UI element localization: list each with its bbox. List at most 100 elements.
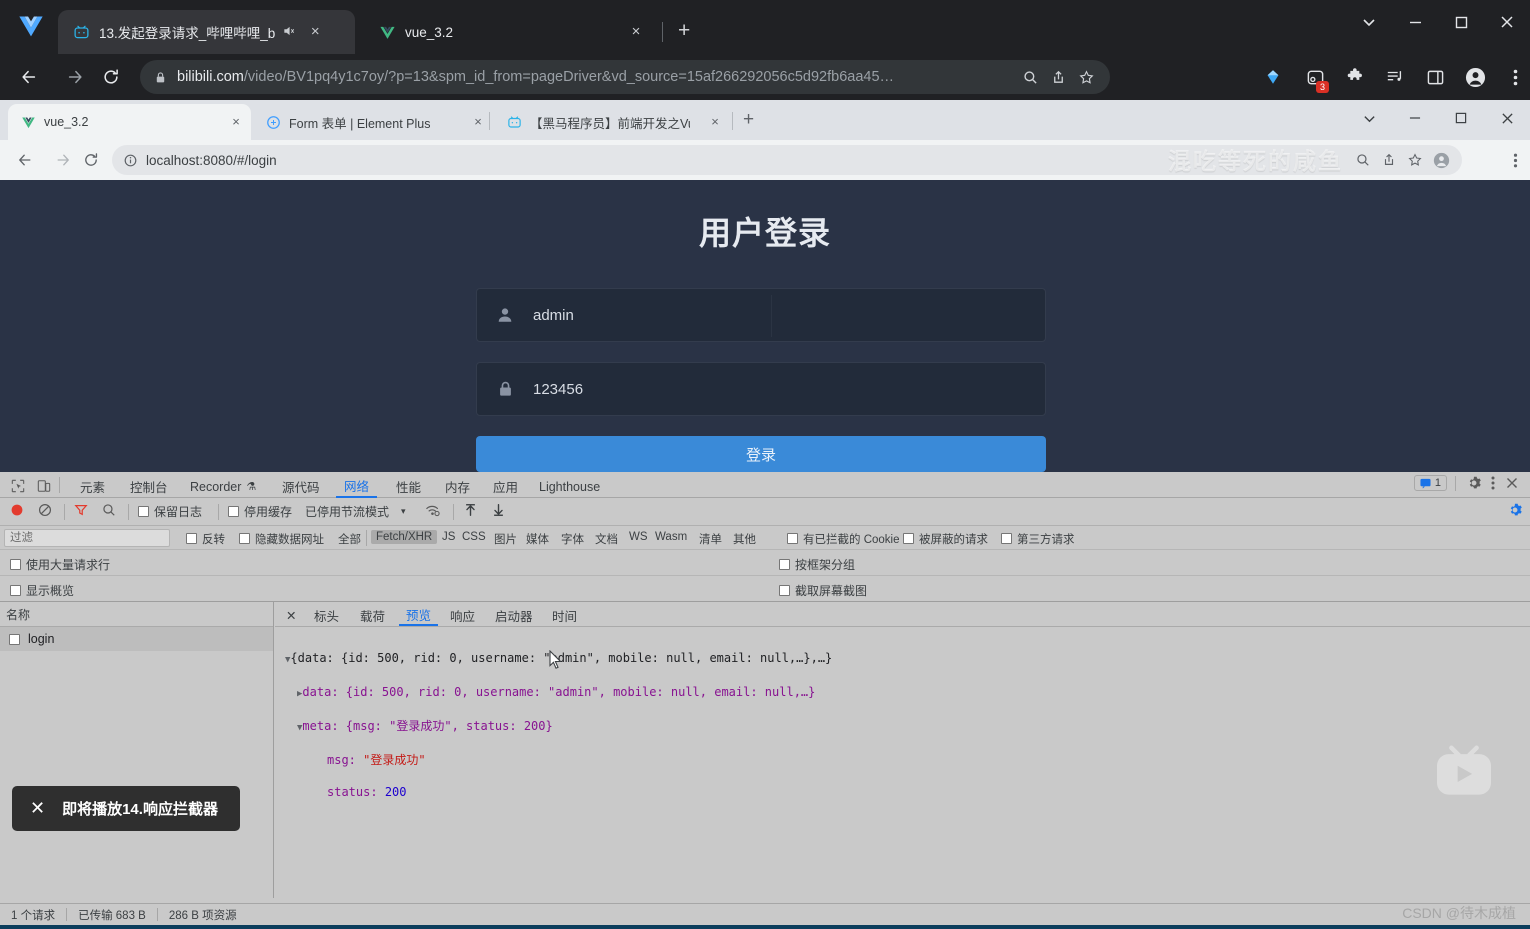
minimize-button[interactable]: [1392, 100, 1438, 136]
json-meta-line[interactable]: ▼meta: {msg: "登录成功", status: 200}: [285, 718, 832, 736]
inspect-element-icon[interactable]: [8, 476, 28, 495]
tab-console[interactable]: 控制台: [122, 475, 176, 498]
tab-sources[interactable]: 源代码: [274, 475, 328, 498]
filter-type-fetch-xhr[interactable]: Fetch/XHR: [371, 530, 438, 544]
record-circle-icon[interactable]: [10, 503, 24, 517]
tab-performance[interactable]: 性能: [388, 475, 429, 498]
gear-icon[interactable]: [1464, 476, 1484, 490]
filter-type-css[interactable]: CSS: [457, 530, 491, 544]
json-data-line[interactable]: ▶data: {id: 500, rid: 0, username: "admi…: [285, 684, 832, 702]
blocked-cookies-checkbox[interactable]: 有已拦截的 Cookie: [782, 530, 905, 548]
tab-search-icon[interactable]: [1346, 100, 1392, 136]
maximize-button[interactable]: [1438, 100, 1484, 136]
page-scrollbar[interactable]: [1522, 360, 1530, 472]
hide-data-urls-checkbox[interactable]: 隐藏数据网址: [234, 530, 329, 548]
throttling-select[interactable]: 已停用节流模式 ▾: [305, 503, 406, 520]
inner-new-tab-button[interactable]: +: [743, 110, 754, 129]
search-zoom-icon[interactable]: [1350, 147, 1376, 173]
checkbox[interactable]: [228, 506, 239, 517]
media-list-icon[interactable]: [1378, 60, 1412, 94]
tab-initiator[interactable]: 启动器: [488, 604, 540, 626]
chrome-menu-icon[interactable]: [1500, 146, 1530, 174]
inner-tab-close-icon[interactable]: ×: [467, 111, 489, 133]
inner-tab-vue[interactable]: vue_3.2 ×: [8, 104, 251, 140]
big-request-rows-checkbox[interactable]: 使用大量请求行: [10, 556, 110, 573]
checkbox[interactable]: [903, 533, 914, 544]
checkbox[interactable]: [1001, 533, 1012, 544]
screen-recorder-extension-icon[interactable]: 3: [1298, 60, 1332, 94]
search-zoom-icon[interactable]: [1016, 63, 1044, 91]
clear-no-entry-icon[interactable]: [38, 503, 52, 517]
filter-type-font[interactable]: 字体: [556, 530, 589, 548]
third-party-checkbox[interactable]: 第三方请求: [996, 530, 1080, 548]
outer-tab-vue[interactable]: vue_3.2 ×: [364, 10, 654, 54]
filter-type-doc[interactable]: 文档: [590, 530, 623, 548]
show-overview-checkbox[interactable]: 显示概览: [10, 582, 74, 599]
checkbox[interactable]: [10, 585, 21, 596]
forward-button[interactable]: [48, 146, 78, 174]
export-har-icon[interactable]: [492, 503, 505, 517]
filter-type-media[interactable]: 媒体: [521, 530, 554, 548]
tab-payload[interactable]: 载荷: [353, 604, 392, 626]
checkbox[interactable]: [787, 533, 798, 544]
filter-type-img[interactable]: 图片: [489, 530, 522, 548]
reload-button[interactable]: [76, 146, 106, 174]
devtools-close-icon[interactable]: [1502, 477, 1522, 489]
star-icon[interactable]: [1402, 147, 1428, 173]
maximize-button[interactable]: [1438, 0, 1484, 44]
close-button[interactable]: [1484, 0, 1530, 44]
outer-new-tab-button[interactable]: +: [678, 20, 690, 41]
funnel-filter-icon[interactable]: [74, 503, 88, 517]
puzzle-extensions-icon[interactable]: [1338, 60, 1372, 94]
import-har-icon[interactable]: [464, 503, 477, 517]
outer-tab-close-icon[interactable]: ×: [624, 20, 648, 44]
checkbox[interactable]: [779, 559, 790, 570]
reload-button[interactable]: [94, 60, 128, 94]
close-icon[interactable]: ✕: [30, 798, 45, 819]
password-field[interactable]: 123456: [476, 362, 1046, 416]
tab-recorder[interactable]: Recorder ⚗: [182, 475, 264, 498]
tab-network[interactable]: 网络: [336, 475, 378, 498]
kebab-menu-icon[interactable]: [1484, 476, 1502, 490]
checkbox[interactable]: [10, 559, 21, 570]
checkbox[interactable]: [138, 506, 149, 517]
tab-memory[interactable]: 内存: [437, 475, 478, 498]
network-settings-gear-icon[interactable]: [1508, 503, 1522, 517]
tab-elements[interactable]: 元素: [72, 475, 113, 498]
group-by-frame-checkbox[interactable]: 按框架分组: [779, 556, 855, 573]
tab-search-icon[interactable]: [1346, 0, 1392, 44]
tab-response[interactable]: 响应: [443, 604, 482, 626]
login-submit-button[interactable]: 登录: [476, 436, 1046, 472]
filter-type-all[interactable]: 全部: [333, 530, 366, 548]
profile-avatar-icon[interactable]: [1428, 147, 1454, 173]
outer-tab-bilibili[interactable]: 13.发起登录请求_哔哩哔哩_b ×: [58, 10, 355, 54]
inner-tab-close-icon[interactable]: ×: [225, 111, 247, 133]
inner-tab-heima[interactable]: 【黑马程序员】前端开发之Vue项 ×: [494, 104, 730, 140]
tab-timing[interactable]: 时间: [545, 604, 584, 626]
blocked-requests-checkbox[interactable]: 被屏蔽的请求: [898, 530, 993, 548]
forward-button[interactable]: [58, 60, 92, 94]
inner-tab-element-plus[interactable]: Form 表单 | Element Plus ×: [253, 104, 493, 140]
tab-lighthouse[interactable]: Lighthouse: [531, 475, 608, 498]
tab-headers[interactable]: 标头: [307, 604, 346, 626]
username-field[interactable]: admin: [476, 288, 1046, 342]
checkbox[interactable]: [779, 585, 790, 596]
close-button[interactable]: [1484, 100, 1530, 136]
capture-screenshots-checkbox[interactable]: 截取屏幕截图: [779, 582, 867, 599]
share-icon[interactable]: [1376, 147, 1402, 173]
checkbox[interactable]: [186, 533, 197, 544]
outer-address-bar[interactable]: bilibili.com/video/BV1pq4y1c7oy/?p=13&sp…: [140, 60, 1110, 94]
outer-tab-close-icon[interactable]: ×: [303, 20, 327, 44]
network-conditions-icon[interactable]: [425, 503, 441, 517]
filter-type-wasm[interactable]: Wasm: [650, 530, 692, 544]
tab-application[interactable]: 应用: [485, 475, 526, 498]
minimize-button[interactable]: [1392, 0, 1438, 44]
side-panel-icon[interactable]: [1418, 60, 1452, 94]
preserve-log-checkbox[interactable]: 保留日志: [138, 503, 202, 520]
diamond-extension-icon[interactable]: [1256, 60, 1290, 94]
filter-input[interactable]: 过滤: [4, 529, 170, 547]
inner-tab-close-icon[interactable]: ×: [704, 111, 726, 133]
star-icon[interactable]: [1072, 63, 1100, 91]
device-toolbar-icon[interactable]: [34, 476, 54, 495]
filter-type-manifest[interactable]: 清单: [694, 530, 727, 548]
